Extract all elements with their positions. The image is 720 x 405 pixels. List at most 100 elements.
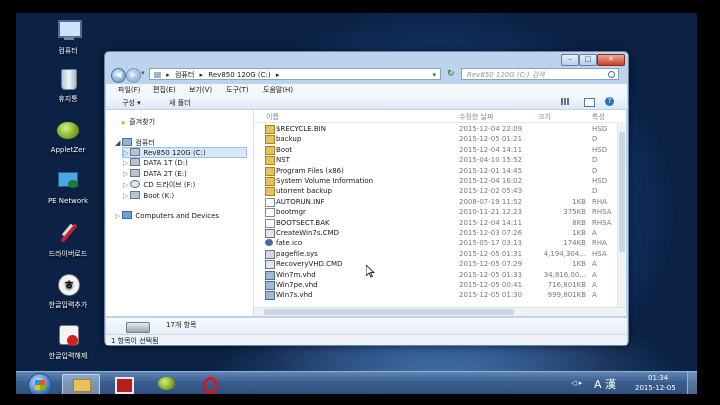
- show-desktop-button[interactable]: [687, 372, 697, 394]
- column-date[interactable]: 수정한 날짜: [459, 112, 493, 122]
- desktop-icon-pe-network[interactable]: PE Network: [36, 170, 100, 205]
- nav-drive-d[interactable]: ▷ DATA 1T (D:): [123, 158, 188, 167]
- menu-file[interactable]: 파일(F): [118, 85, 140, 95]
- minimize-button[interactable]: –: [561, 54, 579, 66]
- nav-favorites[interactable]: ★ 즐겨찾기: [120, 117, 155, 127]
- desktop-icon-driver-load[interactable]: 드라이버로드: [36, 222, 100, 259]
- forward-button[interactable]: ▶: [126, 68, 141, 83]
- taskbar-opera[interactable]: [193, 374, 229, 394]
- taskbar-app-red[interactable]: [105, 374, 141, 394]
- table-row[interactable]: NST 2015-04-10 15:52 D: [254, 155, 614, 166]
- table-row[interactable]: Boot 2015-12-04 14:11 HSD: [254, 145, 614, 155]
- desktop-icon-hangul-remove[interactable]: 한글입력해제: [36, 324, 100, 361]
- window-title-bar[interactable]: – □ ✕: [105, 52, 628, 66]
- cell-date: 2015-12-05 00:41: [459, 281, 523, 289]
- column-size[interactable]: 크기: [538, 112, 551, 122]
- table-row[interactable]: Win7m.vhd 2015-12-05 01:33 34,816,00... A: [254, 270, 614, 280]
- organize-button[interactable]: 구성 ▾: [122, 98, 141, 108]
- vertical-scrollbar[interactable]: [617, 122, 626, 308]
- table-row[interactable]: utorrent backup 2015-12-02 05:43 D: [254, 186, 614, 197]
- view-options-icon[interactable]: [561, 98, 570, 105]
- close-button[interactable]: ✕: [597, 54, 625, 66]
- desktop-icon-label: 한글입력해제: [48, 352, 88, 360]
- expand-arrow-icon: ▷: [123, 170, 129, 178]
- maximize-button[interactable]: □: [579, 54, 597, 66]
- table-row[interactable]: backup 2015-12-05 01:21 D: [254, 134, 614, 145]
- horizontal-scrollbar[interactable]: [254, 307, 626, 316]
- taskbar-appletzer[interactable]: [149, 374, 185, 393]
- cell-name: Program Files (x86): [276, 166, 344, 175]
- new-folder-button[interactable]: 새 폴더: [169, 98, 191, 108]
- cell-name: backup: [276, 135, 302, 144]
- expand-arrow-icon: ▷: [123, 181, 129, 189]
- scroll-thumb[interactable]: [264, 309, 514, 315]
- breadcrumb-drive-c[interactable]: Rev850 120G (C:): [208, 71, 270, 79]
- desktop-icon-recycle-bin[interactable]: 휴지통: [36, 67, 100, 104]
- hangul-input-icon: ㅎ: [55, 273, 81, 297]
- search-input[interactable]: Rev850 120G (C:) 검색: [461, 68, 619, 80]
- ime-indicator[interactable]: A 漢: [594, 376, 616, 392]
- expand-arrow-icon: ▷: [115, 212, 121, 220]
- desktop-icon-computer[interactable]: 컴퓨터: [36, 19, 100, 56]
- status-text: 1 항목이 선택됨: [111, 337, 159, 345]
- table-row[interactable]: BOOTSECT.BAK 2015-12-04 14:11 8KB RHSA: [254, 218, 614, 228]
- folder-icon: [265, 125, 275, 134]
- clock-time[interactable]: 01:34: [648, 374, 668, 382]
- nav-drive-c[interactable]: ▷ Rev850 120G (C:): [122, 147, 247, 158]
- taskbar-explorer[interactable]: [62, 374, 100, 394]
- cell-date: 2015-05-17 03:13: [459, 239, 523, 248]
- table-row[interactable]: AUTORUN.INF 2008-07-19 11:52 1KB RHA: [254, 197, 614, 207]
- address-bar[interactable]: ▸ 컴퓨터 ▸ Rev850 120G (C:) ▸ ▾: [149, 68, 441, 80]
- clock-date[interactable]: 2015-12-05: [635, 384, 676, 392]
- address-dropdown-icon[interactable]: ▾: [432, 69, 436, 81]
- cell-name: Boot: [276, 145, 293, 154]
- column-attr[interactable]: 특성: [592, 112, 605, 122]
- table-row[interactable]: bootmgr 2010-11-21 12:23 375KB RHSA: [254, 207, 614, 218]
- table-row[interactable]: fate.ico 2015-05-17 03:13 174KB RHA: [254, 238, 614, 248]
- table-row[interactable]: System Volume Information 2015-12-04 16:0…: [254, 176, 614, 186]
- image-file-icon: [265, 239, 273, 247]
- history-dropdown-icon[interactable]: ▾: [141, 69, 145, 77]
- back-button[interactable]: ◀: [111, 68, 126, 83]
- cell-attr: RHA: [592, 197, 607, 206]
- cell-size: 1KB: [572, 229, 586, 237]
- table-row[interactable]: RecoveryVHD.CMD 2015-12-05 07:29 1KB A: [254, 259, 614, 270]
- table-row[interactable]: Win7pe.vhd 2015-12-05 00:41 716,801KB A: [254, 280, 614, 290]
- nav-drive-e[interactable]: ▷ DATA 2T (E:): [123, 169, 187, 178]
- help-icon[interactable]: ?: [605, 97, 614, 106]
- cell-attr: HSD: [592, 177, 608, 185]
- refresh-icon[interactable]: ↻: [447, 68, 455, 80]
- menu-edit[interactable]: 편집(E): [153, 85, 176, 95]
- cmd-file-icon: [265, 260, 275, 270]
- table-row[interactable]: pagefile.sys 2015-12-05 01:31 4,194,304...…: [254, 249, 614, 259]
- nav-drive-k[interactable]: ▷ Boot (K:): [123, 191, 174, 200]
- table-row[interactable]: CreateWin7s.CMD 2015-12-03 07:26 1KB A: [254, 228, 614, 238]
- menu-tools[interactable]: 도구(T): [226, 85, 249, 95]
- tray-arrows[interactable]: ◁ ▸: [571, 379, 582, 387]
- desktop-icon-hangul-add[interactable]: ㅎ 한글입력추가: [36, 273, 100, 310]
- hangul-input-remove-icon: [55, 324, 81, 348]
- taskbar: ◁ ▸ A 漢 01:34 2015-12-05: [16, 371, 697, 394]
- scroll-thumb[interactable]: [619, 132, 625, 252]
- nav-label: Boot (K:): [143, 192, 175, 200]
- appletzer-icon: [158, 377, 175, 390]
- start-button[interactable]: [28, 373, 52, 394]
- preview-pane-icon[interactable]: [584, 98, 595, 107]
- drive-icon: [130, 148, 141, 156]
- cell-attr: A: [592, 260, 597, 269]
- nav-devices[interactable]: ▷ Computers and Devices: [115, 211, 219, 220]
- table-row[interactable]: Program Files (x86) 2015-12-01 14:45 D: [254, 166, 614, 176]
- nav-drive-f[interactable]: ▷ CD 드라이브 (F:): [123, 180, 195, 190]
- table-row[interactable]: $RECYCLE.BIN 2015-12-04 22:09 HSD: [254, 124, 614, 134]
- desktop-icon-appletzer[interactable]: AppletZer: [36, 119, 100, 154]
- table-row[interactable]: Win7s.vhd 2015-12-05 01:30 999,801KB A: [254, 290, 614, 301]
- column-name[interactable]: 이름: [266, 112, 279, 122]
- explorer-window: – □ ✕ ◀ ▶ ▾ ▸ 컴퓨터 ▸ Rev850 120G (C:) ▸ ▾…: [104, 51, 629, 346]
- cell-size: 34,816,00...: [543, 270, 586, 279]
- devices-icon: [122, 211, 133, 219]
- menu-view[interactable]: 보기(V): [189, 85, 212, 95]
- cell-attr: D: [592, 156, 598, 165]
- breadcrumb-computer[interactable]: 컴퓨터: [175, 71, 194, 79]
- menu-help[interactable]: 도움말(H): [263, 85, 293, 95]
- cell-name: Win7m.vhd: [276, 270, 316, 279]
